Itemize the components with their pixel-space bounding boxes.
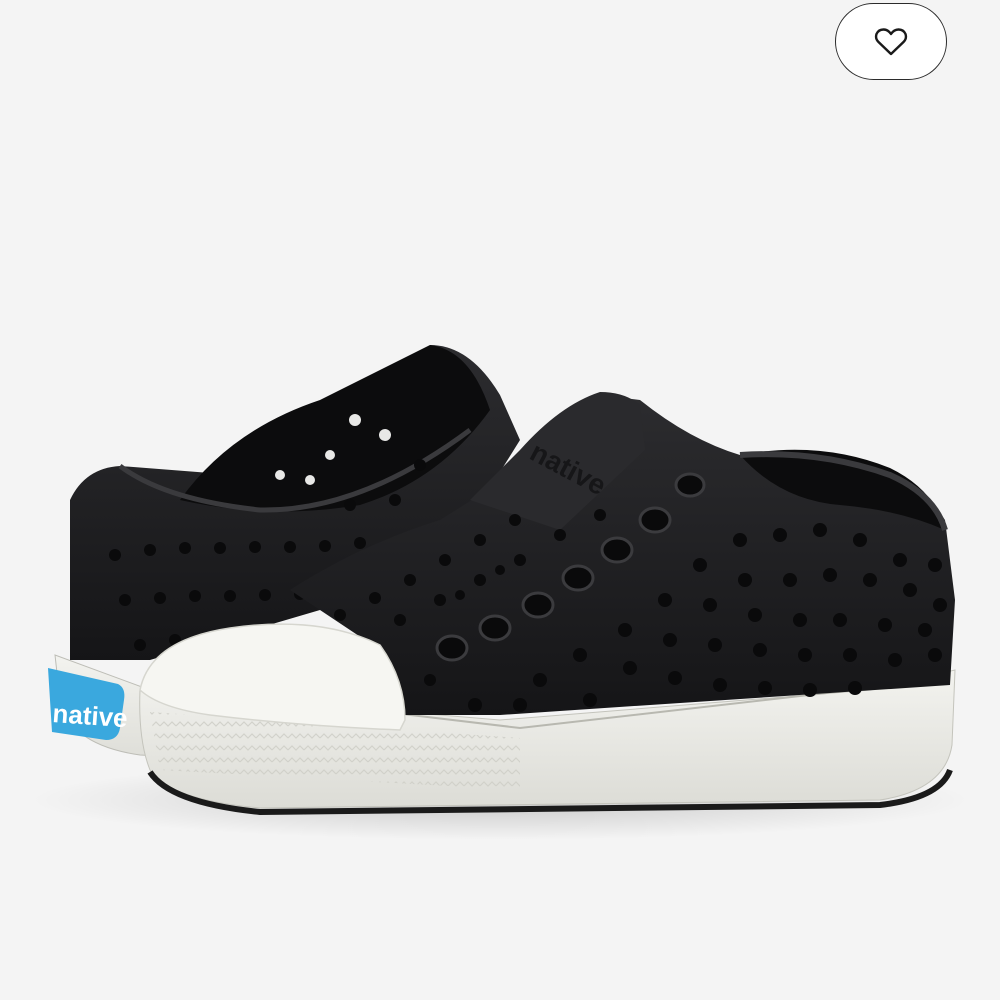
product-image: native native: [30, 345, 970, 840]
heel-badge-logo: native: [52, 698, 129, 733]
favorite-button[interactable]: [835, 3, 947, 80]
product-image-viewer: native native: [0, 0, 1000, 1000]
heart-icon: [874, 27, 908, 55]
